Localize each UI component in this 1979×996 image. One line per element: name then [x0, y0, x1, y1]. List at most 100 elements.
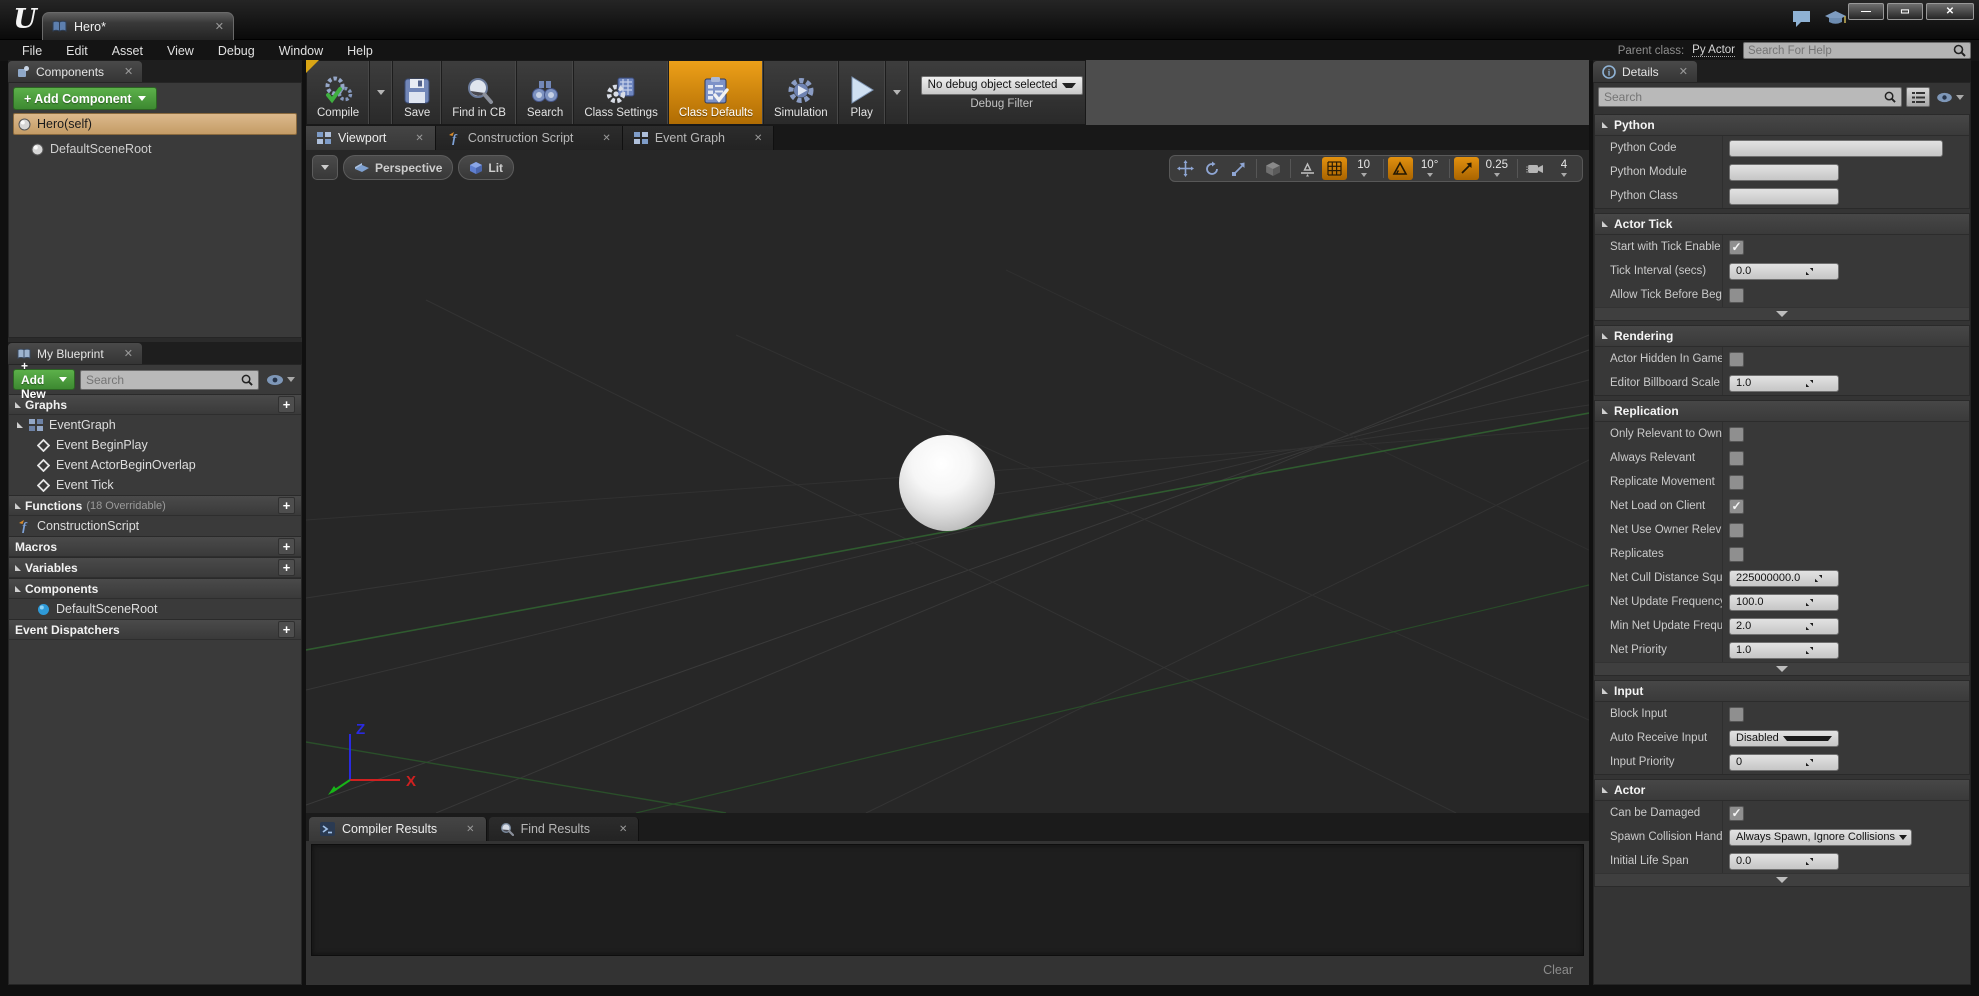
tab-close-icon[interactable]: ✕ — [466, 824, 474, 835]
view-options-button[interactable] — [264, 374, 297, 386]
checkbox-can-be-damaged[interactable]: ✓ — [1729, 805, 1744, 821]
blueprint-item-defaultsceneroot[interactable]: DefaultSceneRoot — [9, 599, 301, 619]
text-input-field[interactable] — [1736, 166, 1832, 178]
feedback-chat-icon[interactable] — [1791, 8, 1812, 28]
components-tab-close-icon[interactable]: ✕ — [124, 65, 133, 78]
number-input-net-cull-distance-squ[interactable]: 225000000.0 — [1729, 569, 1839, 587]
details-search-box[interactable] — [1598, 87, 1902, 107]
add-macros-button[interactable]: + — [278, 538, 295, 555]
checkbox-block-input[interactable] — [1729, 706, 1744, 722]
menu-window[interactable]: Window — [267, 42, 335, 60]
rotate-tool-button[interactable] — [1200, 157, 1225, 180]
toolbar-button-save[interactable]: Save — [393, 61, 443, 124]
my-blueprint-search-box[interactable] — [80, 369, 259, 390]
rotation-snap-toggle-button[interactable] — [1387, 157, 1413, 180]
window-maximize-button[interactable]: ▭ — [1887, 3, 1923, 20]
grid-snap-value-button[interactable]: 10 — [1349, 157, 1379, 180]
component-item-hero-self[interactable]: Hero(self) — [13, 113, 297, 135]
window-close-button[interactable]: ✕ — [1926, 3, 1974, 20]
toolbar-button-simulation[interactable]: Simulation — [764, 61, 839, 124]
section-header-functions[interactable]: Functions (18 Overridable) + — [9, 495, 301, 516]
toolbar-button-find-in-cb[interactable]: Find in CB — [442, 61, 517, 124]
text-input-python-code[interactable] — [1729, 139, 1943, 157]
details-tab-close-icon[interactable]: ✕ — [1679, 65, 1688, 78]
tab-construction-script[interactable]: f Construction Script ✕ — [435, 126, 623, 150]
details-section-header-actor[interactable]: Actor — [1595, 780, 1969, 801]
menu-asset[interactable]: Asset — [100, 42, 155, 60]
details-section-header-python[interactable]: Python — [1595, 115, 1969, 136]
section-expander-actor[interactable] — [1595, 873, 1969, 886]
text-input-python-class[interactable] — [1729, 187, 1839, 205]
number-input-initial-life-span[interactable]: 0.0 — [1729, 852, 1839, 870]
section-header-graphs[interactable]: Graphs + — [9, 394, 301, 415]
my-blueprint-search-input[interactable] — [86, 372, 241, 387]
scale-snap-value-button[interactable]: 0.25 — [1481, 157, 1513, 180]
tutorial-graduation-cap-icon[interactable] — [1824, 8, 1847, 28]
toolbar-button-search[interactable]: Search — [517, 61, 575, 124]
add-variables-button[interactable]: + — [278, 559, 295, 576]
add-new-button[interactable]: + Add New — [13, 359, 75, 401]
checkbox-net-use-owner-relev[interactable] — [1729, 522, 1744, 538]
tab-viewport[interactable]: Viewport ✕ — [306, 126, 436, 150]
help-search-input[interactable] — [1748, 44, 1953, 57]
add-event-dispatchers-button[interactable]: + — [278, 621, 295, 638]
camera-speed-button[interactable] — [1522, 157, 1547, 180]
scale-snap-toggle-button[interactable] — [1453, 157, 1479, 180]
blueprint-item-event-tick[interactable]: Event Tick — [9, 475, 301, 495]
details-section-header-actor-tick[interactable]: Actor Tick — [1595, 214, 1969, 235]
compile-options-button[interactable] — [370, 61, 394, 124]
asset-tab-close-icon[interactable]: ✕ — [215, 20, 224, 33]
add-graphs-button[interactable]: + — [278, 396, 295, 413]
camera-speed-value-button[interactable]: 4 — [1549, 157, 1579, 180]
toolbar-button-class-defaults[interactable]: Class Defaults — [668, 61, 764, 124]
section-header-event-dispatchers[interactable]: Event Dispatchers + — [9, 619, 301, 640]
checkbox-start-with-tick-enable[interactable]: ✓ — [1729, 239, 1744, 255]
details-search-input[interactable] — [1604, 90, 1884, 104]
tab-close-icon[interactable]: ✕ — [415, 133, 423, 144]
checkbox-allow-tick-before-beg[interactable] — [1729, 287, 1744, 303]
scale-tool-button[interactable] — [1227, 157, 1252, 180]
text-input-python-module[interactable] — [1729, 163, 1839, 181]
text-input-field[interactable] — [1736, 142, 1936, 154]
blueprint-item-event-beginplay[interactable]: Event BeginPlay — [9, 435, 301, 455]
clear-button[interactable]: Clear — [1543, 963, 1573, 977]
world-local-toggle-button[interactable] — [1261, 157, 1286, 180]
property-matrix-button[interactable] — [1906, 87, 1930, 107]
perspective-button[interactable]: Perspective — [343, 155, 454, 180]
tab-close-icon[interactable]: ✕ — [619, 824, 627, 835]
section-expander-actor-tick[interactable] — [1595, 307, 1969, 320]
tab-compiler-results[interactable]: Compiler Results ✕ — [309, 817, 487, 841]
add-functions-button[interactable]: + — [278, 497, 295, 514]
number-input-net-priority[interactable]: 1.0 — [1729, 641, 1839, 659]
number-input-tick-interval-secs[interactable]: 0.0 — [1729, 262, 1839, 280]
details-section-header-replication[interactable]: Replication — [1595, 401, 1969, 422]
menu-debug[interactable]: Debug — [206, 42, 267, 60]
component-item-defaultsceneroot[interactable]: DefaultSceneRoot — [27, 138, 297, 160]
toolbar-button-class-settings[interactable]: Class Settings — [574, 61, 669, 124]
translate-tool-button[interactable] — [1173, 157, 1198, 180]
parent-class-link[interactable]: Py Actor — [1692, 44, 1735, 57]
dropdown-spawn-collision-hand[interactable]: Always Spawn, Ignore Collisions — [1729, 828, 1912, 846]
window-minimize-button[interactable]: — — [1848, 3, 1884, 20]
checkbox-only-relevant-to-own[interactable] — [1729, 426, 1744, 442]
components-panel-tab[interactable]: Components ✕ — [8, 61, 143, 82]
number-input-input-priority[interactable]: 0 — [1729, 753, 1839, 771]
checkbox-actor-hidden-in-game[interactable] — [1729, 351, 1744, 367]
compiler-results-log[interactable] — [311, 844, 1584, 956]
tab-find-results[interactable]: Find Results ✕ — [488, 817, 640, 841]
checkbox-net-load-on-client[interactable]: ✓ — [1729, 498, 1744, 514]
blueprint-item-eventgraph[interactable]: EventGraph — [9, 415, 301, 435]
number-input-editor-billboard-scale[interactable]: 1.0 — [1729, 374, 1839, 392]
details-panel-tab[interactable]: i Details ✕ — [1593, 61, 1697, 82]
menu-edit[interactable]: Edit — [54, 42, 100, 60]
surface-snap-button[interactable] — [1295, 157, 1320, 180]
my-blueprint-tab-close-icon[interactable]: ✕ — [124, 347, 133, 360]
text-input-field[interactable] — [1736, 190, 1832, 202]
grid-snap-toggle-button[interactable] — [1321, 157, 1347, 180]
debug-object-dropdown[interactable]: No debug object selected — [920, 75, 1083, 95]
lit-mode-button[interactable]: Lit — [458, 155, 515, 180]
play-options-button[interactable] — [886, 61, 909, 124]
help-search-box[interactable] — [1743, 42, 1971, 59]
details-section-header-rendering[interactable]: Rendering — [1595, 326, 1969, 347]
menu-help[interactable]: Help — [335, 42, 385, 60]
